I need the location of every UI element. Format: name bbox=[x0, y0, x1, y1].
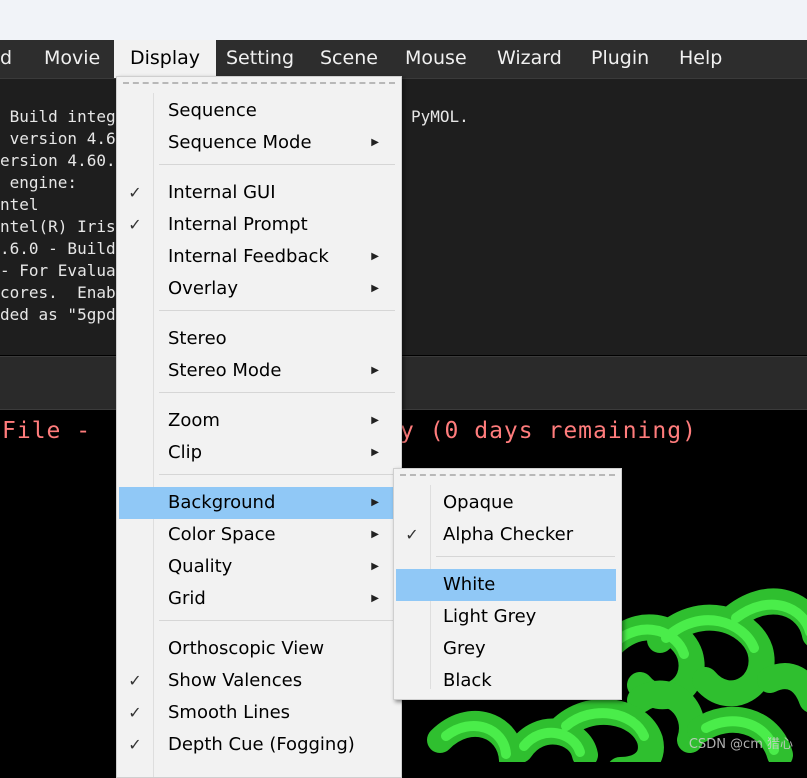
menu-item-grid[interactable]: Grid ▶ bbox=[117, 583, 401, 615]
menu-item-label: Internal Prompt bbox=[168, 214, 308, 235]
menu-item-internal-prompt[interactable]: ✓ Internal Prompt bbox=[117, 209, 401, 241]
menu-item-label: Stereo Mode bbox=[168, 360, 282, 381]
submenu-arrow-icon: ▶ bbox=[371, 447, 379, 458]
tearoff-line[interactable] bbox=[123, 82, 395, 84]
watermark: CSDN @cm 猎心 bbox=[688, 737, 793, 752]
menu-item-label: Stereo bbox=[168, 328, 227, 349]
menu-item-label: Opaque bbox=[443, 492, 514, 513]
menu-separator bbox=[159, 620, 395, 621]
console-line: - For Evalua bbox=[0, 261, 116, 280]
menu-item-label: White bbox=[443, 574, 496, 595]
submenu-arrow-icon: ▶ bbox=[371, 529, 379, 540]
menu-item-label: Background bbox=[168, 492, 276, 513]
console-line: ersion 4.60. bbox=[0, 151, 116, 170]
display-menu: Sequence Sequence Mode ▶ ✓ Internal GUI … bbox=[116, 76, 402, 778]
submenu-arrow-icon: ▶ bbox=[371, 283, 379, 294]
menu-item-label: Orthoscopic View bbox=[168, 638, 325, 659]
menu-item-label: Overlay bbox=[168, 278, 238, 299]
menu-item-label: Alpha Checker bbox=[443, 524, 574, 545]
submenu-arrow-icon: ▶ bbox=[371, 497, 379, 508]
submenu-item-grey[interactable]: Grey bbox=[394, 633, 621, 665]
menu-bar: d Movie Display Setting Scene Mouse Wiza… bbox=[0, 40, 807, 78]
menu-item-stereo[interactable]: Stereo bbox=[117, 323, 401, 355]
menu-separator bbox=[159, 310, 395, 311]
submenu-item-alpha-checker[interactable]: ✓ Alpha Checker bbox=[394, 519, 621, 551]
console-line: Build integ bbox=[0, 107, 116, 126]
menu-item-zoom[interactable]: Zoom ▶ bbox=[117, 405, 401, 437]
menu-item-quality[interactable]: Quality ▶ bbox=[117, 551, 401, 583]
menu-scene[interactable]: Scene bbox=[304, 40, 394, 76]
tearoff-line[interactable] bbox=[400, 474, 615, 476]
menu-item-show-valences[interactable]: ✓ Show Valences bbox=[117, 665, 401, 697]
menu-separator bbox=[436, 556, 615, 557]
menu-item-background[interactable]: Background ▶ bbox=[119, 487, 399, 519]
menu-item-smooth-lines[interactable]: ✓ Smooth Lines bbox=[117, 697, 401, 729]
checkmark-icon: ✓ bbox=[128, 703, 142, 722]
menu-item-label: Grey bbox=[443, 638, 486, 659]
checkmark-icon: ✓ bbox=[405, 525, 419, 544]
console-line: ntel(R) Iris bbox=[0, 217, 116, 236]
menu-item-label: Quality bbox=[168, 556, 233, 577]
submenu-arrow-icon: ▶ bbox=[371, 561, 379, 572]
title-strip bbox=[0, 0, 807, 40]
menu-separator bbox=[159, 392, 395, 393]
menu-item-clip[interactable]: Clip ▶ bbox=[117, 437, 401, 469]
submenu-item-black[interactable]: Black bbox=[394, 665, 621, 697]
menu-wizard[interactable]: Wizard bbox=[481, 40, 578, 76]
checkmark-icon: ✓ bbox=[128, 183, 142, 202]
menu-item-label: Sequence bbox=[168, 100, 257, 121]
menu-item-label: Sequence Mode bbox=[168, 132, 312, 153]
menu-item-label: Zoom bbox=[168, 410, 220, 431]
menu-separator bbox=[159, 164, 395, 165]
menu-item-label: Internal GUI bbox=[168, 182, 276, 203]
menu-file-partial[interactable]: d bbox=[0, 40, 28, 76]
menu-item-stereo-mode[interactable]: Stereo Mode ▶ bbox=[117, 355, 401, 387]
menu-item-label: Light Grey bbox=[443, 606, 537, 627]
menu-mouse[interactable]: Mouse bbox=[389, 40, 483, 76]
menu-setting[interactable]: Setting bbox=[210, 40, 310, 76]
checkmark-icon: ✓ bbox=[128, 215, 142, 234]
menu-item-depth-cue[interactable]: ✓ Depth Cue (Fogging) bbox=[117, 729, 401, 761]
menu-item-label: Depth Cue (Fogging) bbox=[168, 734, 355, 755]
submenu-arrow-icon: ▶ bbox=[371, 415, 379, 426]
console-line: ded as "5gpd bbox=[0, 305, 116, 324]
menu-separator bbox=[159, 474, 395, 475]
submenu-arrow-icon: ▶ bbox=[371, 365, 379, 376]
console-line-pymol: PyMOL. bbox=[411, 107, 469, 126]
menu-item-label: Show Valences bbox=[168, 670, 303, 691]
menu-item-internal-gui[interactable]: ✓ Internal GUI bbox=[117, 177, 401, 209]
menu-item-overlay[interactable]: Overlay ▶ bbox=[117, 273, 401, 305]
submenu-arrow-icon: ▶ bbox=[371, 137, 379, 148]
menu-help[interactable]: Help bbox=[663, 40, 738, 76]
console-line: version 4.6 bbox=[0, 129, 116, 148]
console-line: engine: bbox=[0, 173, 78, 192]
menu-item-orthoscopic-view[interactable]: Orthoscopic View bbox=[117, 633, 401, 665]
checkmark-icon: ✓ bbox=[128, 735, 142, 754]
submenu-item-opaque[interactable]: Opaque bbox=[394, 487, 621, 519]
checkmark-icon: ✓ bbox=[128, 671, 142, 690]
submenu-arrow-icon: ▶ bbox=[371, 593, 379, 604]
menu-item-label: Black bbox=[443, 670, 492, 691]
submenu-item-light-grey[interactable]: Light Grey bbox=[394, 601, 621, 633]
menu-item-label: Clip bbox=[168, 442, 202, 463]
menu-item-label: Smooth Lines bbox=[168, 702, 291, 723]
menu-movie[interactable]: Movie bbox=[28, 40, 116, 76]
background-submenu: Opaque ✓ Alpha Checker White Light Grey … bbox=[393, 468, 622, 700]
menu-item-internal-feedback[interactable]: Internal Feedback ▶ bbox=[117, 241, 401, 273]
menu-item-color-space[interactable]: Color Space ▶ bbox=[117, 519, 401, 551]
menu-item-label: Color Space bbox=[168, 524, 276, 545]
console-line: .6.0 - Build bbox=[0, 239, 116, 258]
submenu-arrow-icon: ▶ bbox=[371, 251, 379, 262]
menu-item-label: Grid bbox=[168, 588, 206, 609]
menu-plugin[interactable]: Plugin bbox=[575, 40, 665, 76]
submenu-item-white[interactable]: White bbox=[396, 569, 616, 601]
menu-item-label: Internal Feedback bbox=[168, 246, 329, 267]
menu-item-sequence[interactable]: Sequence bbox=[117, 95, 401, 127]
console-line: cores. Enab bbox=[0, 283, 116, 302]
menu-display[interactable]: Display bbox=[114, 40, 217, 78]
menu-item-sequence-mode[interactable]: Sequence Mode ▶ bbox=[117, 127, 401, 159]
console-line: ntel bbox=[0, 195, 39, 214]
